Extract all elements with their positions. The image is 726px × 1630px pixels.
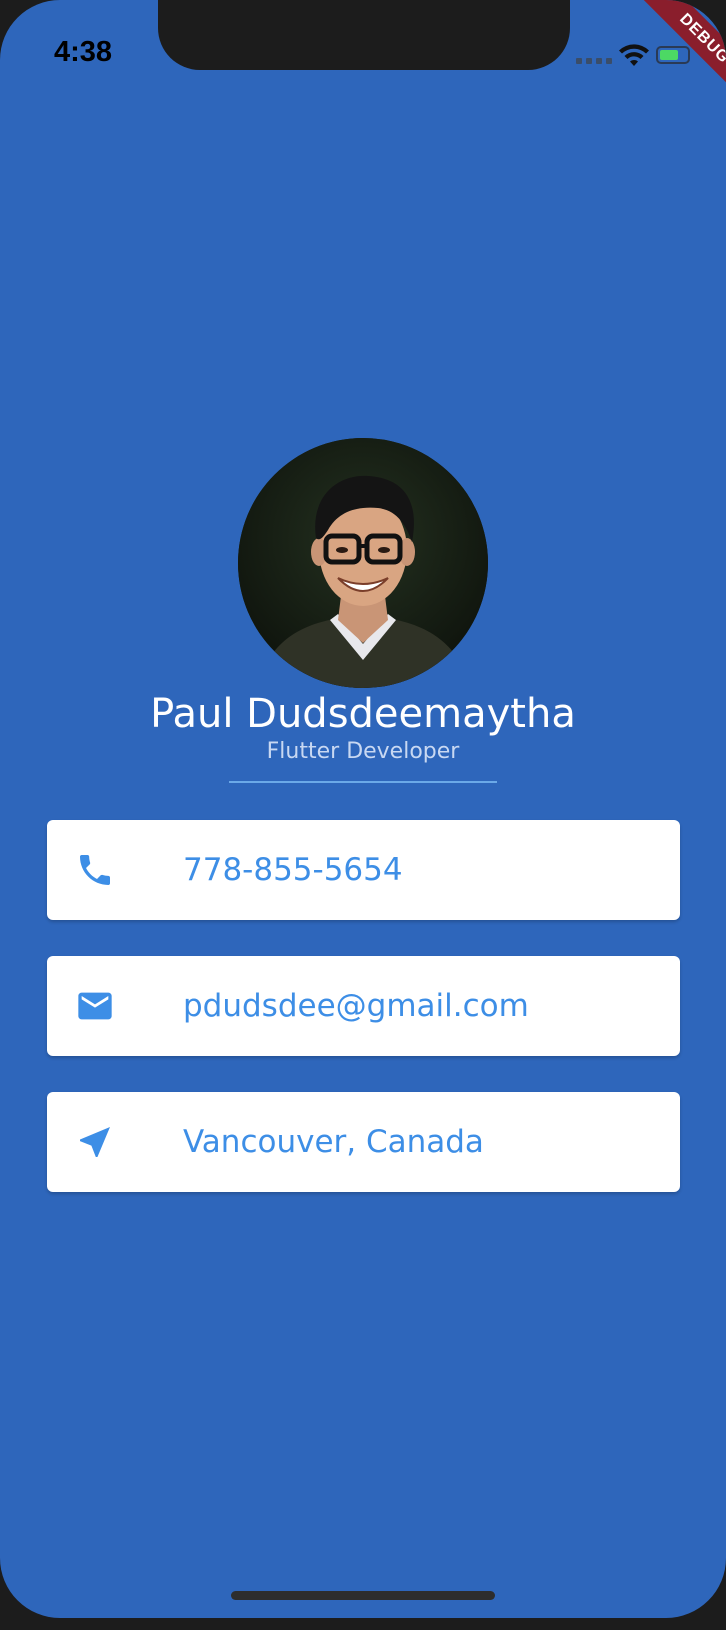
avatar [238,438,488,688]
mail-icon [78,992,112,1020]
home-indicator[interactable] [231,1591,495,1600]
phone-icon [80,855,110,885]
location-card[interactable]: Vancouver, Canada [47,1092,680,1192]
wifi-icon [619,44,649,66]
cellular-signal-icon [576,58,612,64]
email-card[interactable]: pdudsdee@gmail.com [47,956,680,1056]
battery-icon [656,46,690,64]
phone-number: 778-855-5654 [183,852,403,888]
app-screen: 4:38 DEBUG Paul Dudsdeemaytha Flutter De… [0,0,726,1618]
device-notch [158,0,570,70]
location-arrow-icon [80,1127,110,1157]
phone-card[interactable]: 778-855-5654 [47,820,680,920]
divider [229,781,497,783]
status-time: 4:38 [54,36,113,68]
profile-name: Paul Dudsdeemaytha [150,691,576,737]
location-text: Vancouver, Canada [183,1124,484,1160]
avatar-photo [238,438,488,688]
profile-title: Flutter Developer [266,739,460,764]
email-address: pdudsdee@gmail.com [183,988,529,1024]
